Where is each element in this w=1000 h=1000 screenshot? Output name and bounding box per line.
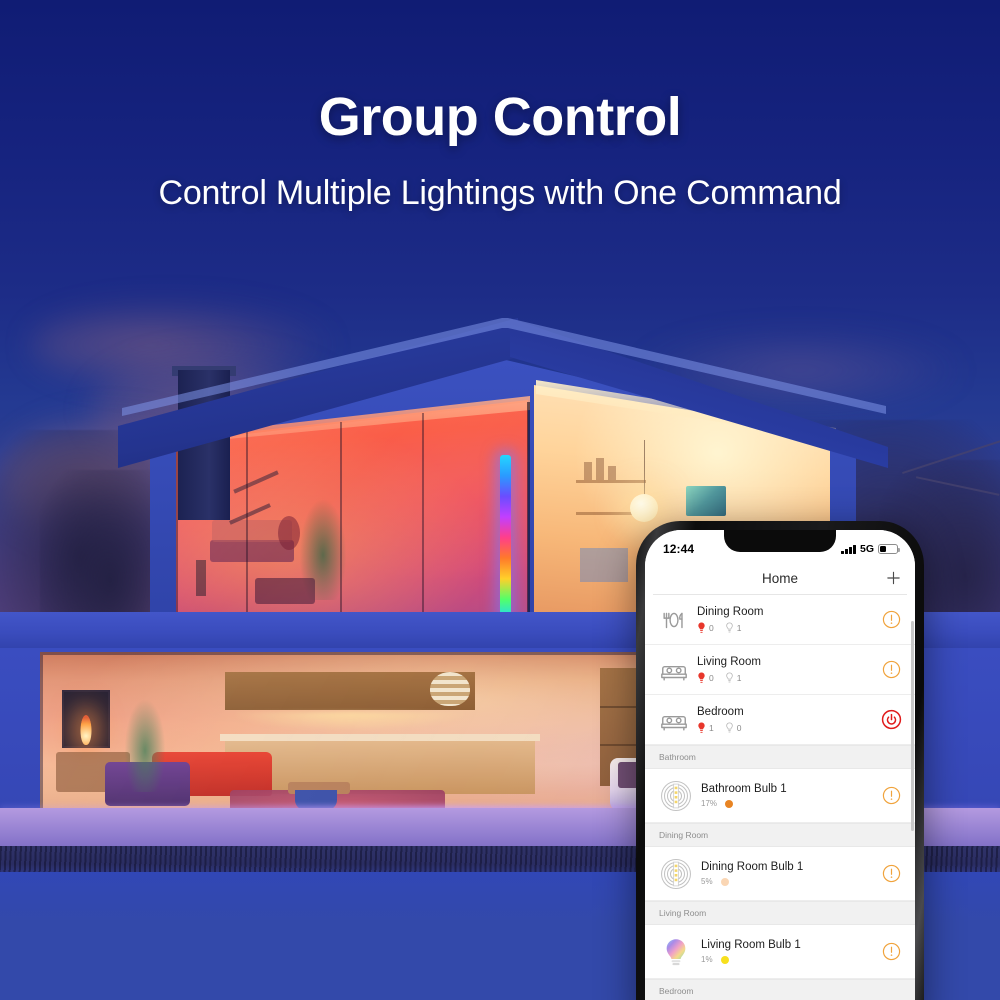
lights-on-stat: 0 xyxy=(697,622,714,634)
lights-on-count: 1 xyxy=(709,722,714,733)
device-status: 1% xyxy=(701,955,882,964)
add-device-button[interactable] xyxy=(885,570,902,587)
section-header: Living Room xyxy=(645,901,915,925)
device-name: Bathroom Bulb 1 xyxy=(701,783,787,795)
lights-on-count: 0 xyxy=(709,622,714,633)
list-item[interactable]: Bathroom Bulb 1 17% xyxy=(645,769,915,823)
phone-mockup: 12:44 5G Home Dining Room 0 1 Living Roo… xyxy=(636,521,924,1000)
dining-utensils-icon xyxy=(659,605,689,635)
room-stats: 0 1 xyxy=(697,622,882,634)
exclamation-circle-icon[interactable] xyxy=(882,660,901,679)
list-item[interactable]: Living Room 0 1 xyxy=(645,645,915,695)
status-time: 12:44 xyxy=(663,542,695,556)
bed-icon xyxy=(659,705,689,735)
device-info: Bathroom Bulb 1 17% xyxy=(693,783,882,808)
exclamation-circle-icon[interactable] xyxy=(882,610,901,629)
bulb-on-icon xyxy=(698,722,705,733)
status-indicators: 5G xyxy=(841,543,901,555)
phone-notch xyxy=(724,530,836,552)
room-name: Living Room xyxy=(697,656,761,669)
lights-off-count: 1 xyxy=(736,672,742,683)
section-header: Dining Room xyxy=(645,823,915,847)
brightness-value: 17% xyxy=(701,799,718,808)
scrollbar[interactable] xyxy=(911,621,914,831)
room-name: Bedroom xyxy=(697,706,744,719)
wall-artwork xyxy=(686,486,726,516)
exclamation-circle-icon[interactable] xyxy=(882,942,901,961)
battery-icon xyxy=(878,544,901,554)
page-subtitle: Control Multiple Lightings with One Comm… xyxy=(158,174,842,212)
network-label: 5G xyxy=(859,543,874,555)
room-info: Living Room 0 1 xyxy=(689,655,882,683)
device-status: 17% xyxy=(701,799,882,808)
wall-shelf xyxy=(576,480,646,483)
light-panel-icon xyxy=(659,779,693,813)
device-status: 5% xyxy=(701,877,882,886)
lights-off-stat: 0 xyxy=(725,722,742,734)
color-bulb-icon xyxy=(659,935,693,969)
nav-bar: Home xyxy=(645,562,915,594)
bulb-off-icon xyxy=(726,722,733,733)
bulb-on-icon xyxy=(698,672,705,683)
lights-off-stat: 1 xyxy=(725,622,742,634)
shelf-item xyxy=(608,466,616,480)
house-roof xyxy=(118,318,888,468)
exclamation-circle-icon[interactable] xyxy=(882,786,901,805)
list-item[interactable]: Dining Room Bulb 1 5% xyxy=(645,847,915,901)
lights-off-count: 0 xyxy=(736,722,742,733)
section-header: Bedroom xyxy=(645,979,915,1000)
room-stats: 1 0 xyxy=(697,722,881,734)
list-item[interactable]: Living Room Bulb 1 1% xyxy=(645,925,915,979)
lights-off-stat: 1 xyxy=(725,672,742,684)
device-name: Dining Room Bulb 1 xyxy=(701,861,804,873)
cellular-bars-icon xyxy=(841,544,856,554)
list-item[interactable]: Dining Room 0 1 xyxy=(645,595,915,645)
brightness-value: 5% xyxy=(701,877,713,886)
color-swatch xyxy=(725,799,734,808)
color-swatch xyxy=(720,955,729,964)
brightness-value: 1% xyxy=(701,955,713,964)
bulb-on-icon xyxy=(698,622,705,633)
bulb-off-icon xyxy=(726,672,733,683)
section-header: Bathroom xyxy=(645,745,915,769)
room-info: Bedroom 1 0 xyxy=(689,705,881,733)
light-panel-icon xyxy=(659,857,693,891)
rgb-light-strip xyxy=(500,455,511,620)
power-icon[interactable] xyxy=(881,709,902,730)
device-list[interactable]: Dining Room 0 1 Living Room 0 1 Bedroom … xyxy=(645,595,915,1000)
phone-screen: 12:44 5G Home Dining Room 0 1 Living Roo… xyxy=(645,530,915,1000)
exclamation-circle-icon[interactable] xyxy=(882,864,901,883)
list-item[interactable]: Bedroom 1 0 xyxy=(645,695,915,745)
device-name: Living Room Bulb 1 xyxy=(701,939,801,951)
bulb-off-icon xyxy=(726,622,733,633)
room-name: Dining Room xyxy=(697,606,764,619)
sofa-icon xyxy=(659,655,689,685)
chair xyxy=(580,548,628,582)
lights-on-stat: 0 xyxy=(697,672,714,684)
device-info: Dining Room Bulb 1 5% xyxy=(693,861,882,886)
color-swatch xyxy=(720,877,729,886)
room-stats: 0 1 xyxy=(697,672,882,684)
lights-on-count: 0 xyxy=(709,672,714,683)
device-info: Living Room Bulb 1 1% xyxy=(693,939,882,964)
lights-off-count: 1 xyxy=(736,622,742,633)
page-title-home: Home xyxy=(761,570,798,586)
lights-on-stat: 1 xyxy=(697,722,714,734)
room-info: Dining Room 0 1 xyxy=(689,605,882,633)
page-title: Group Control xyxy=(318,87,682,147)
